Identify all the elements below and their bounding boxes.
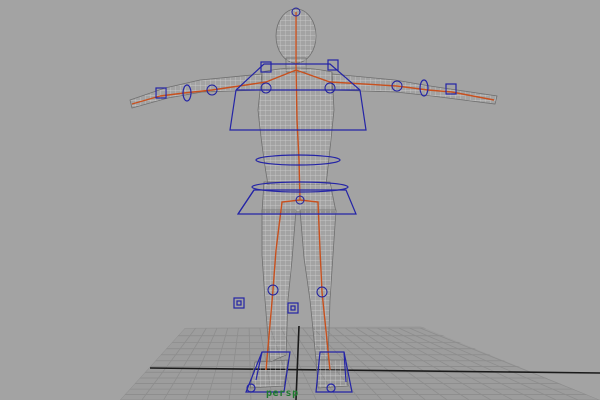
knee-pole-left <box>233 297 245 309</box>
camera-label: persp <box>266 388 299 399</box>
scene-canvas[interactable] <box>0 0 600 400</box>
maya-perspective-viewport[interactable]: persp <box>0 0 600 400</box>
knee-pole-right <box>287 302 299 314</box>
ground-grid <box>120 326 600 400</box>
